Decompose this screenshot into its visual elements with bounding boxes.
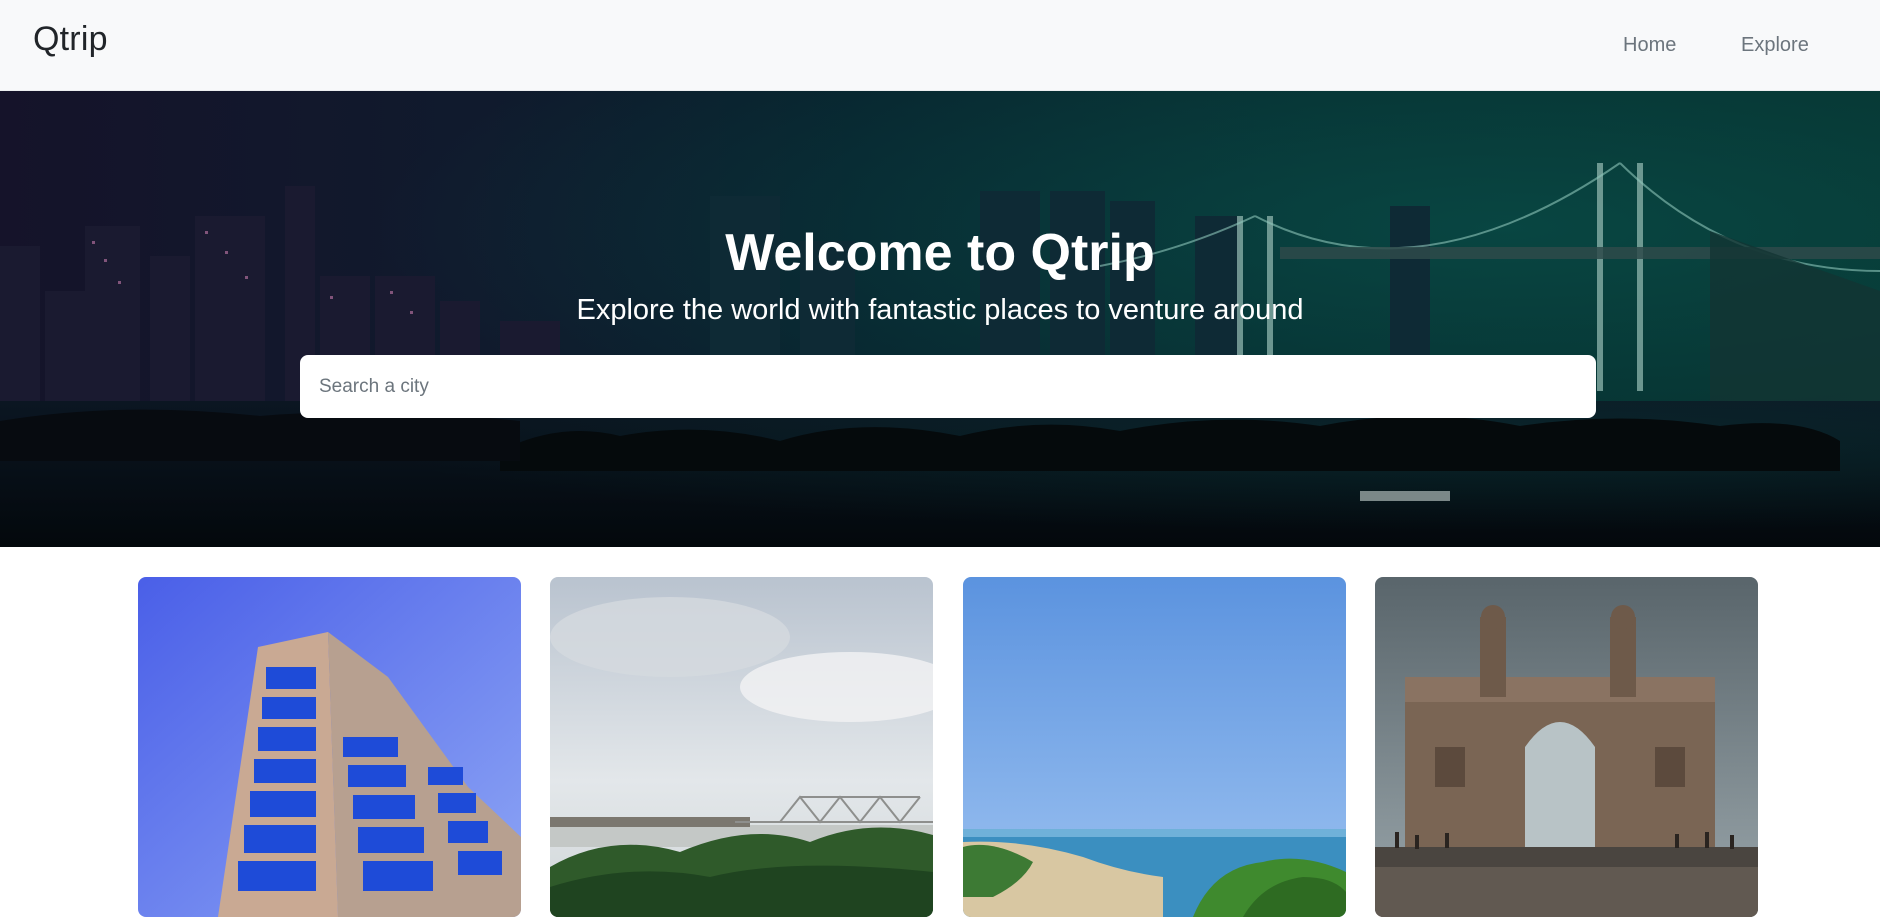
city-photo	[550, 577, 933, 917]
city-card[interactable]	[1375, 577, 1758, 917]
nav-link-explore[interactable]: Explore	[1741, 34, 1809, 57]
hero-banner: Welcome to Qtrip Explore the world with …	[0, 91, 1880, 547]
top-navbar: Qtrip Home Explore	[0, 0, 1880, 91]
city-photo	[138, 577, 521, 917]
city-card-grid	[0, 577, 1880, 917]
hero-subtitle: Explore the world with fantastic places …	[576, 294, 1304, 326]
hero-title: Welcome to Qtrip	[725, 224, 1155, 282]
city-photo	[963, 577, 1346, 917]
brand-logo[interactable]: Qtrip	[33, 20, 108, 59]
city-card[interactable]	[550, 577, 933, 917]
city-photo	[1375, 577, 1758, 917]
city-card[interactable]	[963, 577, 1346, 917]
nav-link-home[interactable]: Home	[1623, 34, 1676, 57]
city-card[interactable]	[138, 577, 521, 917]
city-search-input[interactable]	[300, 355, 1596, 418]
